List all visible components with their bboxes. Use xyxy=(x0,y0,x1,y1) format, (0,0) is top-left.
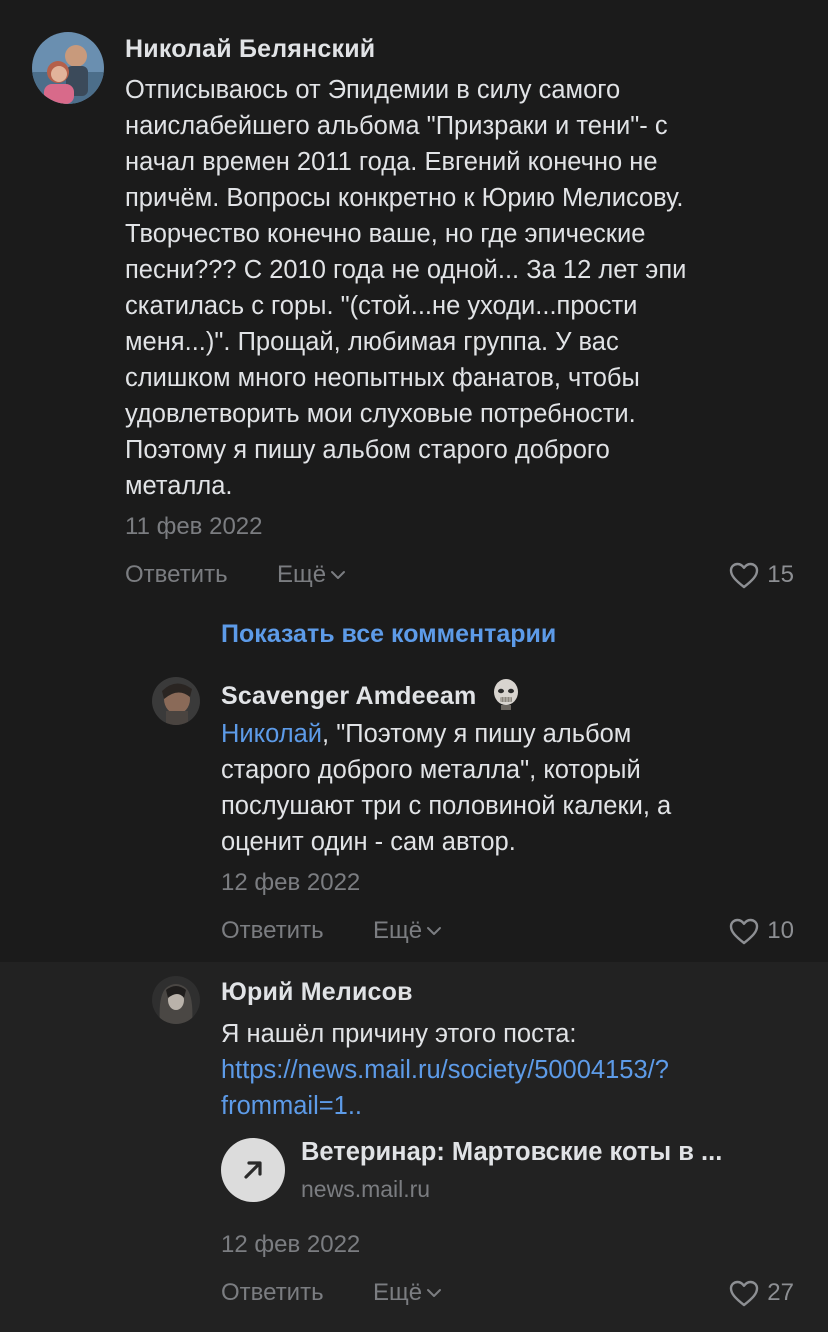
comment-author[interactable]: Scavenger Amdeeam xyxy=(221,678,520,717)
alien-face-icon xyxy=(492,678,520,717)
more-label: Ещё xyxy=(373,917,423,944)
heart-icon xyxy=(730,1280,759,1306)
comment-date: 12 фев 2022 xyxy=(221,1231,361,1258)
arrow-up-right-icon xyxy=(221,1138,285,1202)
chevron-down-icon xyxy=(427,1289,442,1297)
text-line: наислабейшего альбома "Призраки и тени"-… xyxy=(125,112,668,140)
reply-button[interactable]: Ответить xyxy=(221,1279,324,1307)
comment-1: Николай Белянский Отписываюсь от Эпидеми… xyxy=(0,0,828,610)
url-link[interactable]: frommail=1.. xyxy=(221,1088,669,1124)
like-count: 15 xyxy=(767,561,794,588)
like-button[interactable]: 15 xyxy=(729,561,794,589)
reply-button[interactable]: Ответить xyxy=(125,561,228,589)
avatar[interactable] xyxy=(32,32,104,104)
text-line: старого доброго металла", который xyxy=(221,756,641,784)
avatar[interactable] xyxy=(152,976,200,1024)
more-button[interactable]: Ещё xyxy=(373,917,442,945)
like-button[interactable]: 27 xyxy=(729,1279,794,1307)
heart-icon xyxy=(730,562,759,588)
link-preview-title: Ветеринар: Мартовские коты в ... xyxy=(301,1138,723,1166)
more-label: Ещё xyxy=(373,1279,423,1306)
like-count: 27 xyxy=(767,1279,794,1306)
avatar[interactable] xyxy=(152,677,200,725)
text-line: слишком много неопытных фанатов, чтобы xyxy=(125,364,640,392)
comment-text: Николай, "Поэтому я пишу альбом старого … xyxy=(221,716,671,860)
comment-author[interactable]: Юрий Мелисов xyxy=(221,978,413,1007)
mention-link[interactable]: Николай xyxy=(221,720,322,748)
link-preview-domain: news.mail.ru xyxy=(301,1176,431,1202)
text-line: песни??? С 2010 года не одной... За 12 л… xyxy=(125,256,687,284)
heart-icon xyxy=(730,918,759,944)
like-button[interactable]: 10 xyxy=(729,917,794,945)
comment-date: 11 фев 2022 xyxy=(125,513,263,540)
comment-text: Я нашёл причину этого поста: https://new… xyxy=(221,1016,669,1124)
text-line: скатилась с горы. "(стой...не уходи...пр… xyxy=(125,292,638,320)
comment-3: Юрий Мелисов Я нашёл причину этого поста… xyxy=(0,962,828,1332)
text-line: Творчество конечно ваше, но где эпически… xyxy=(125,220,646,248)
link-preview[interactable]: Ветеринар: Мартовские коты в ... news.ma… xyxy=(221,1124,801,1204)
text-fragment: , "Поэтому я пишу альбом xyxy=(322,720,632,748)
reply-button[interactable]: Ответить xyxy=(221,917,324,945)
comment-date: 12 фев 2022 xyxy=(221,869,361,896)
comment-2: Scavenger Amdeeam Николай, "Поэтому я пи… xyxy=(0,610,828,962)
text-line: меня...)". Прощай, любимая группа. У вас xyxy=(125,328,619,356)
comment-author[interactable]: Николай Белянский xyxy=(125,35,375,64)
text-line: металла. xyxy=(125,472,233,500)
text-line: Поэтому я пишу альбом старого доброго xyxy=(125,436,610,464)
chevron-down-icon xyxy=(331,571,346,579)
more-button[interactable]: Ещё xyxy=(373,1279,442,1307)
text-line: Я нашёл причину этого поста: xyxy=(221,1020,577,1048)
more-button[interactable]: Ещё xyxy=(277,561,346,589)
more-label: Ещё xyxy=(277,561,327,588)
chevron-down-icon xyxy=(427,927,442,935)
text-line: причём. Вопросы конкретно к Юрию Мелисов… xyxy=(125,184,684,212)
like-count: 10 xyxy=(767,917,794,944)
text-line: удовлетворить мои слуховые потребности. xyxy=(125,400,636,428)
text-line: Николай, "Поэтому я пишу альбом xyxy=(221,716,671,752)
text-line: послушают три с половиной калеки, а xyxy=(221,792,672,820)
comment-text: Отписываюсь от Эпидемии в силу самого на… xyxy=(125,72,686,504)
text-line: Отписываюсь от Эпидемии в силу самого xyxy=(125,76,621,104)
text-line: оценит один - сам автор. xyxy=(221,828,516,856)
author-name: Scavenger Amdeeam xyxy=(221,682,477,711)
text-line: начал времен 2011 года. Евгений конечно … xyxy=(125,148,658,176)
url-link[interactable]: https://news.mail.ru/society/50004153/? xyxy=(221,1052,669,1088)
